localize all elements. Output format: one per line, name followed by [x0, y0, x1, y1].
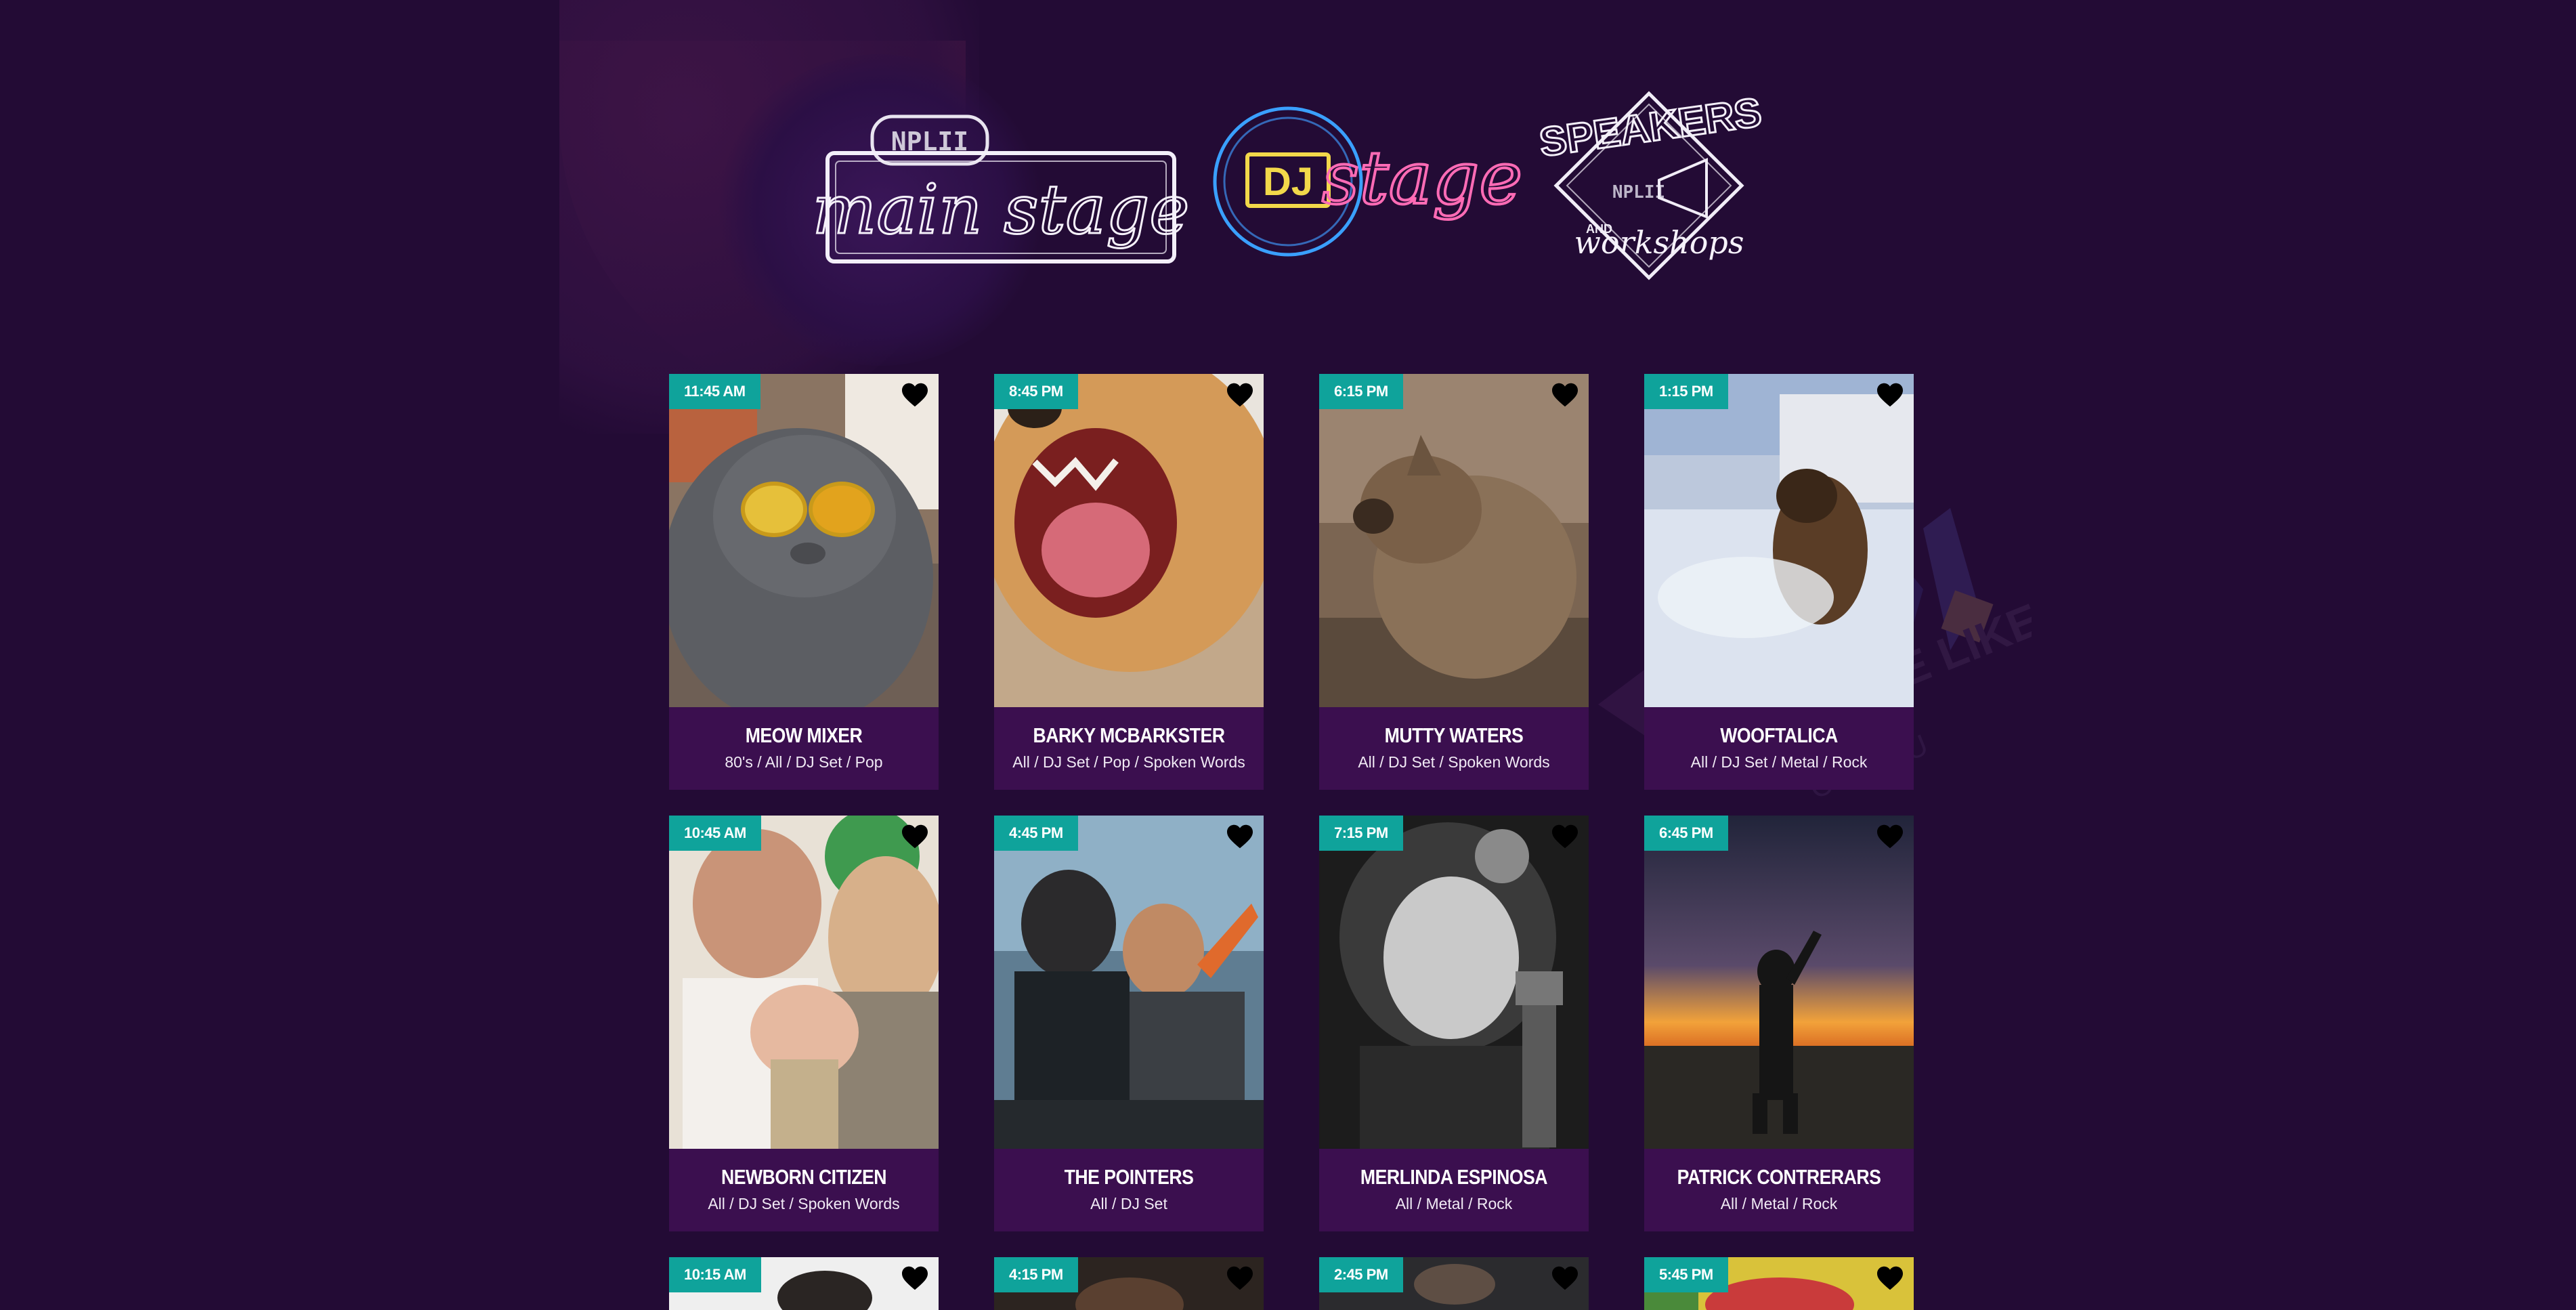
- time-badge: 11:45 AM: [669, 374, 760, 409]
- time-badge: 10:45 AM: [669, 816, 761, 851]
- time-badge: 8:45 PM: [994, 374, 1078, 409]
- performer-card[interactable]: 11:45 AM stage MEOW MIXER 80's / All / D…: [669, 374, 939, 790]
- time-badge: 6:45 PM: [1644, 816, 1728, 851]
- time-badge: 7:15 PM: [1319, 816, 1403, 851]
- heart-icon[interactable]: [1876, 382, 1904, 408]
- performer-genres: All / DJ Set / Spoken Words: [708, 1195, 900, 1212]
- performer-photo-wet-dog-shaking: [1319, 374, 1589, 707]
- performer-photo-singer-with-guitar: [1319, 816, 1589, 1149]
- performer-genres: All / DJ Set / Metal / Rock: [1690, 753, 1868, 771]
- card-info: MUTTY WATERS All / DJ Set / Spoken Words: [1319, 707, 1589, 790]
- heart-icon[interactable]: [901, 824, 929, 849]
- performer-genres: All / DJ Set / Spoken Words: [1358, 753, 1550, 771]
- time-badge: 5:45 PM: [1644, 1257, 1728, 1292]
- time-badge: 4:15 PM: [994, 1257, 1078, 1292]
- heart-icon[interactable]: [1876, 824, 1904, 849]
- card-info: THE POINTERS All / DJ Set: [994, 1149, 1264, 1231]
- speakers-badge: NPLII: [1612, 182, 1665, 203]
- performer-card[interactable]: 4:45 PM stage THE POINTERS All / DJ Set: [994, 816, 1264, 1231]
- card-info: MEOW MIXER 80's / All / DJ Set / Pop: [669, 707, 939, 790]
- main-stage-title: main stage: [813, 170, 1190, 249]
- speakers-title: SPEAKERS: [1537, 89, 1764, 165]
- performer-card[interactable]: 7:15 PM stage MERLINDA ESPINOSA All / Me…: [1319, 816, 1589, 1231]
- performer-photo-cat-with-sunglasses: [669, 374, 939, 707]
- main-stage-logo[interactable]: NPLII main stage: [811, 114, 1190, 270]
- workshops-title: workshops: [1574, 224, 1744, 261]
- card-info: BARKY MCBARKSTER All / DJ Set / Pop / Sp…: [994, 707, 1264, 790]
- performer-genres: 80's / All / DJ Set / Pop: [725, 753, 883, 771]
- performer-card[interactable]: 5:45 PM: [1644, 1257, 1914, 1310]
- card-info: WOOFTALICA All / DJ Set / Metal / Rock: [1644, 707, 1914, 790]
- performer-photo-family-with-baby: [669, 816, 939, 1149]
- card-info: NEWBORN CITIZEN All / DJ Set / Spoken Wo…: [669, 1149, 939, 1231]
- dj-stage-logo[interactable]: DJ stage: [1212, 102, 1524, 264]
- heart-icon[interactable]: [1226, 1265, 1254, 1291]
- card-info: PATRICK CONTRERARS All / Metal / Rock: [1644, 1149, 1914, 1231]
- card-info: MERLINDA ESPINOSA All / Metal / Rock: [1319, 1149, 1589, 1231]
- performer-name: PATRICK CONTRERARS: [1677, 1165, 1881, 1189]
- heart-icon[interactable]: [1226, 382, 1254, 408]
- performer-genres: All / Metal / Rock: [1395, 1195, 1513, 1212]
- heart-icon[interactable]: [901, 382, 929, 408]
- performer-card[interactable]: 10:15 AM: [669, 1257, 939, 1310]
- performer-card[interactable]: 10:45 AM stage NEWBORN CITIZEN All / DJ …: [669, 816, 939, 1231]
- performer-name: MERLINDA ESPINOSA: [1360, 1165, 1548, 1189]
- performer-genres: All / DJ Set / Pop / Spoken Words: [1012, 753, 1245, 771]
- performer-card[interactable]: 2:45 PM: [1319, 1257, 1589, 1310]
- performer-genres: All / Metal / Rock: [1720, 1195, 1838, 1212]
- dj-stage-badge: DJ: [1263, 160, 1313, 204]
- time-badge: 6:15 PM: [1319, 374, 1403, 409]
- performer-name: THE POINTERS: [1064, 1165, 1194, 1189]
- heart-icon[interactable]: [1551, 824, 1579, 849]
- performer-name: MEOW MIXER: [745, 723, 863, 747]
- performer-name: BARKY MCBARKSTER: [1033, 723, 1225, 747]
- heart-icon[interactable]: [901, 1265, 929, 1291]
- speakers-workshops-logo[interactable]: SPEAKERS NPLII AND workshops: [1536, 84, 1765, 284]
- dj-stage-title: stage: [1322, 136, 1522, 221]
- performer-card[interactable]: 6:15 PM stage MUTTY WATERS All / DJ Set …: [1319, 374, 1589, 790]
- performer-card[interactable]: 8:45 PM stage BARKY MCBARKSTER All / DJ …: [994, 374, 1264, 790]
- heart-icon[interactable]: [1876, 1265, 1904, 1291]
- time-badge: 1:15 PM: [1644, 374, 1728, 409]
- time-badge: 10:15 AM: [669, 1257, 761, 1292]
- performer-name: MUTTY WATERS: [1384, 723, 1524, 747]
- performer-photo-violinist-at-sunset: [1644, 816, 1914, 1149]
- performer-photo-djs-at-decks: [994, 816, 1264, 1149]
- performer-photo-dog-barking: [994, 374, 1264, 707]
- performer-genres: All / DJ Set: [1090, 1195, 1167, 1212]
- heart-icon[interactable]: [1551, 1265, 1579, 1291]
- performer-card[interactable]: 4:15 PM: [994, 1257, 1264, 1310]
- stage-logos: NPLII main stage DJ stage SPEAKERS NPLII: [0, 75, 2576, 291]
- time-badge: 2:45 PM: [1319, 1257, 1403, 1292]
- time-badge: 4:45 PM: [994, 816, 1078, 851]
- performer-photo-dog-in-snow: [1644, 374, 1914, 707]
- performer-name: WOOFTALICA: [1720, 723, 1838, 747]
- heart-icon[interactable]: [1226, 824, 1254, 849]
- heart-icon[interactable]: [1551, 382, 1579, 408]
- schedule-page: NO PLACE LIKE CULTU NPLII main stage DJ …: [0, 0, 2576, 1310]
- performer-card[interactable]: 6:45 PM stage PATRICK CONTRERARS All / M…: [1644, 816, 1914, 1231]
- performer-card[interactable]: 1:15 PM stage WOOFTALICA All / DJ Set / …: [1644, 374, 1914, 790]
- performer-name: NEWBORN CITIZEN: [721, 1165, 887, 1189]
